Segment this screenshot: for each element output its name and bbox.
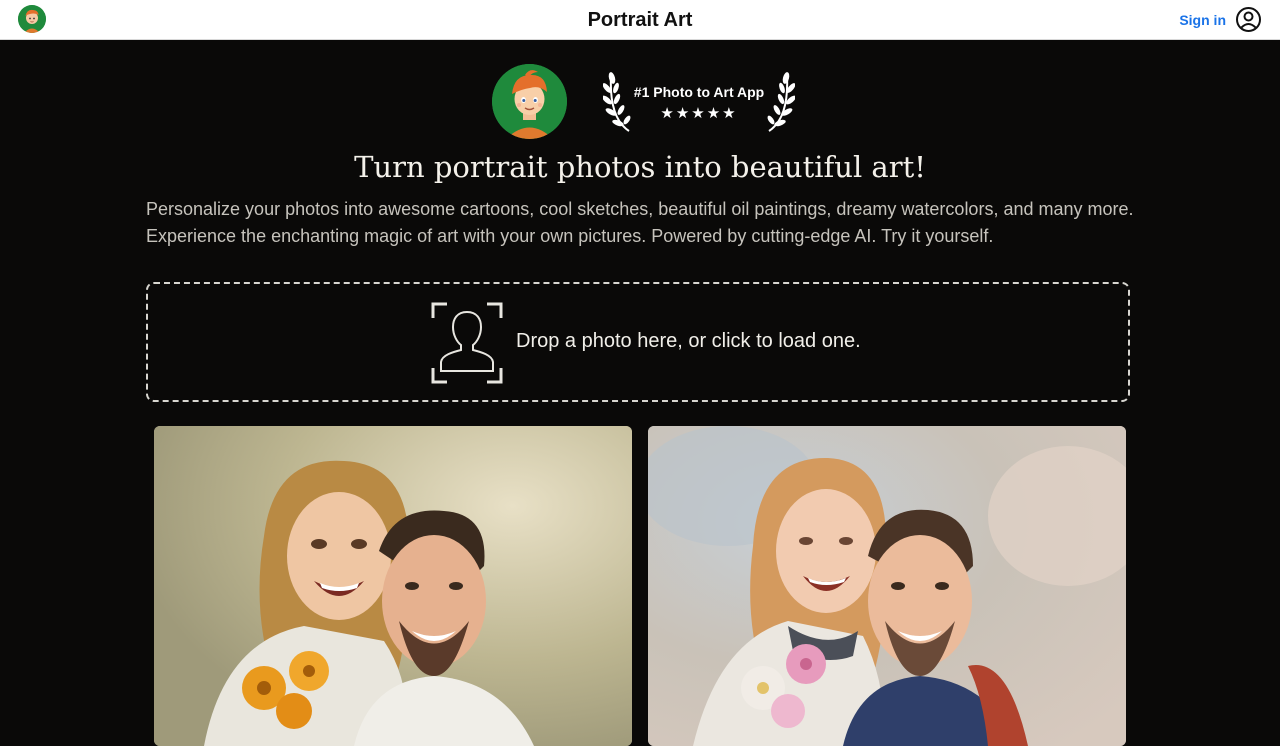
cartoon-avatar-icon[interactable] xyxy=(18,5,46,33)
page-headline: Turn portrait photos into beautiful art! xyxy=(354,150,926,184)
intro-paragraph: Personalize your photos into awesome car… xyxy=(146,199,1134,246)
laurel-left-icon xyxy=(603,72,631,132)
photo-dropzone[interactable]: Drop a photo here, or click to load one. xyxy=(146,282,1130,402)
laurel-right-icon xyxy=(767,72,795,132)
example-oil-painting[interactable] xyxy=(154,426,632,746)
example-watercolor[interactable] xyxy=(648,426,1126,746)
dropzone-text: Drop a photo here, or click to load one. xyxy=(516,330,861,352)
oil-painting-image xyxy=(154,426,632,746)
sign-in-link[interactable]: Sign in xyxy=(1179,10,1226,30)
watercolor-image xyxy=(648,426,1126,746)
award-badge: #1 Photo to Art App ★★★★★ xyxy=(603,68,795,134)
top-bar: Portrait Art Sign in xyxy=(0,0,1280,40)
account-circle-icon[interactable] xyxy=(1235,6,1262,33)
app-title: Portrait Art xyxy=(587,9,693,31)
hero-avatar xyxy=(492,64,567,139)
portrait-frame-icon xyxy=(431,302,503,384)
